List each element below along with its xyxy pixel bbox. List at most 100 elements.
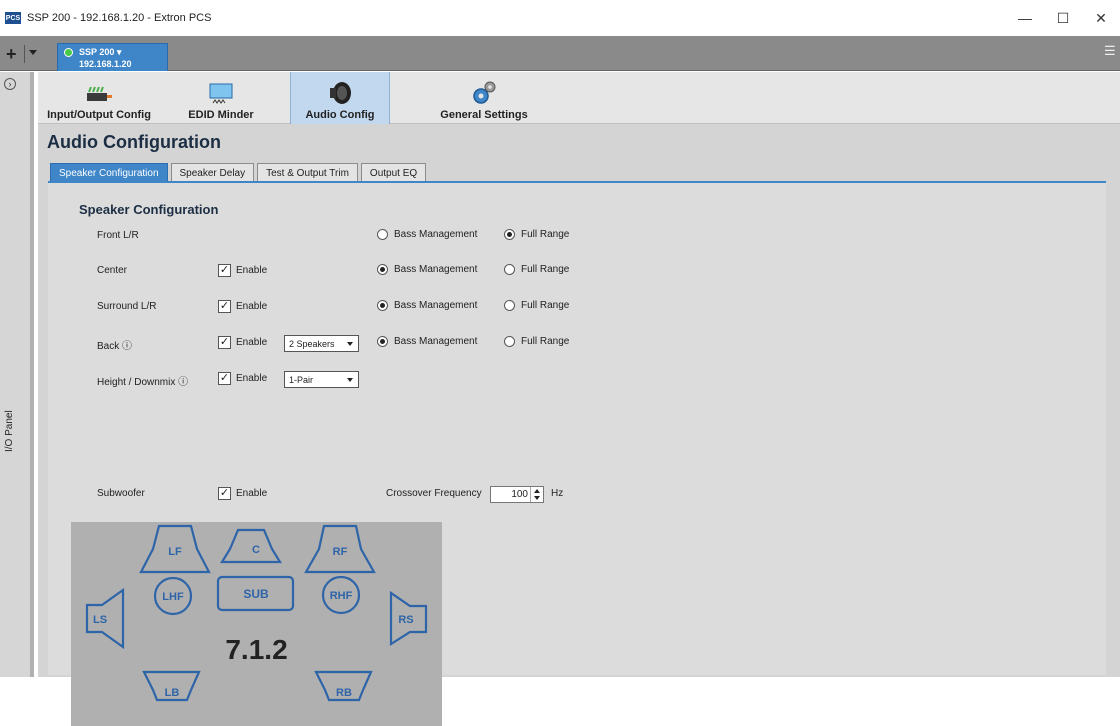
maximize-button[interactable]: ☐: [1044, 0, 1082, 36]
toolbar-label: Input/Output Config: [47, 109, 151, 121]
radio-label: Full Range: [521, 229, 570, 240]
main-area: Input/Output Config EDID Minder Audio Co…: [38, 72, 1120, 726]
pcs-app-icon: PCS: [5, 12, 21, 24]
toolbar-audio-config[interactable]: Audio Config: [290, 72, 390, 124]
check-icon: ✓: [218, 336, 231, 349]
radio-label: Bass Management: [394, 229, 478, 240]
tab-test-output-trim[interactable]: Test & Output Trim: [257, 163, 358, 183]
lf-label: LF: [168, 546, 182, 558]
speaker-layout-value: 7.1.2: [225, 634, 288, 665]
crossover-label: Crossover Frequency: [386, 488, 482, 499]
radio-indicator: [377, 229, 388, 240]
back-enable-checkbox[interactable]: ✓ Enable: [218, 336, 267, 349]
monitor-icon: [209, 83, 233, 104]
chevron-down-icon[interactable]: [29, 50, 37, 55]
device-bar: + SSP 200 ▾ 192.168.1.20 ☰: [0, 36, 1120, 71]
center-enable-checkbox[interactable]: ✓ Enable: [218, 264, 267, 277]
status-led-icon: [64, 48, 73, 57]
surround-enable-checkbox[interactable]: ✓ Enable: [218, 300, 267, 313]
toolbar-label: Audio Config: [305, 109, 375, 121]
radio-indicator: [377, 336, 388, 347]
crossover-frequency-input[interactable]: 100: [490, 486, 544, 503]
radio-indicator: [504, 264, 515, 275]
toolbar-input-output-config[interactable]: Input/Output Config: [40, 72, 158, 124]
radio-label: Bass Management: [394, 336, 478, 347]
surround-label: Surround L/R: [97, 301, 157, 312]
radio-label: Full Range: [521, 336, 570, 347]
select-value: 2 Speakers: [289, 338, 335, 349]
tab-speaker-delay[interactable]: Speaker Delay: [170, 163, 255, 183]
gears-icon: [473, 81, 496, 104]
divider: [24, 45, 25, 63]
surround-bass-radio[interactable]: Bass Management: [377, 300, 477, 311]
back-label: Back ⓘ: [97, 341, 133, 352]
minimize-button[interactable]: —: [1006, 0, 1044, 36]
rhf-label: RHF: [330, 590, 353, 602]
sub-label: SUB: [243, 587, 269, 601]
surround-full-radio[interactable]: Full Range: [504, 300, 569, 311]
speaker-icon: [330, 82, 351, 104]
radio-indicator: [504, 229, 515, 240]
chevron-down-icon: [347, 378, 353, 382]
front-bass-radio[interactable]: Bass Management: [377, 229, 477, 240]
checkbox-label: Enable: [236, 301, 268, 312]
height-pairs-select[interactable]: 1-Pair: [284, 371, 359, 388]
arrow-down-icon[interactable]: [534, 496, 540, 501]
radio-label: Bass Management: [394, 300, 478, 311]
subwoofer-enable-checkbox[interactable]: ✓ Enable: [218, 487, 267, 500]
expand-panel-icon[interactable]: ›: [4, 78, 16, 90]
rs-label: RS: [398, 614, 413, 626]
section-title: Speaker Configuration: [79, 202, 219, 217]
select-value: 1-Pair: [289, 374, 314, 385]
tab-speaker-configuration[interactable]: Speaker Configuration: [50, 163, 168, 183]
checkbox-label: Enable: [236, 337, 268, 348]
add-device-button[interactable]: +: [6, 45, 17, 63]
ls-label: LS: [93, 614, 107, 626]
radio-indicator: [377, 300, 388, 311]
device-tab[interactable]: SSP 200 ▾ 192.168.1.20: [57, 43, 168, 71]
lhf-label: LHF: [162, 591, 184, 603]
spinner-arrows[interactable]: [530, 487, 543, 502]
checkbox-label: Enable: [236, 488, 268, 499]
front-label: Front L/R: [97, 230, 139, 241]
toolbar-label: EDID Minder: [188, 109, 254, 121]
height-enable-checkbox[interactable]: ✓ Enable: [218, 372, 267, 385]
tab-output-eq[interactable]: Output EQ: [360, 163, 427, 183]
back-bass-radio[interactable]: Bass Management: [377, 336, 477, 347]
speaker-diagram-svg: LF C RF LHF SUB RHF LS RS LB RB: [85, 524, 428, 702]
back-speakers-select[interactable]: 2 Speakers: [284, 335, 359, 352]
toolbar-general-settings[interactable]: General Settings: [424, 72, 544, 124]
lb-label: LB: [165, 687, 180, 699]
device-ip: 192.168.1.20: [79, 59, 132, 69]
toolbar: Input/Output Config EDID Minder Audio Co…: [38, 72, 1120, 124]
radio-label: Full Range: [521, 264, 570, 275]
device-name: SSP 200 ▾: [79, 47, 122, 57]
back-full-radio[interactable]: Full Range: [504, 336, 569, 347]
io-panel-sidebar: › I/O Panel: [0, 72, 34, 677]
toolbar-edid-minder[interactable]: EDID Minder: [166, 72, 276, 124]
front-full-radio[interactable]: Full Range: [504, 229, 569, 240]
center-full-radio[interactable]: Full Range: [504, 264, 569, 275]
crossover-value: 100: [511, 489, 528, 500]
speaker-layout-diagram: LF C RF LHF SUB RHF LS RS LB RB 7.1.2: [71, 522, 442, 726]
check-icon: ✓: [218, 300, 231, 313]
speaker-config-panel: Speaker Configuration Front L/R Bass Man…: [48, 183, 1106, 726]
radio-indicator: [504, 300, 515, 311]
title-bar: PCS SSP 200 - 192.168.1.20 - Extron PCS …: [0, 0, 1120, 36]
center-bass-radio[interactable]: Bass Management: [377, 264, 477, 275]
device-icon: [87, 86, 112, 101]
page-title: Audio Configuration: [47, 132, 221, 152]
height-label: Height / Downmix ⓘ: [97, 377, 189, 388]
radio-indicator: [504, 336, 515, 347]
chevron-down-icon: [347, 342, 353, 346]
check-icon: ✓: [218, 264, 231, 277]
checkbox-label: Enable: [236, 373, 268, 384]
io-panel-label[interactable]: I/O Panel: [4, 410, 15, 452]
rf-label: RF: [333, 546, 348, 558]
close-button[interactable]: ✕: [1082, 0, 1120, 36]
menu-icon[interactable]: ☰: [1104, 44, 1116, 57]
toolbar-label: General Settings: [440, 109, 528, 121]
arrow-up-icon[interactable]: [534, 488, 540, 493]
checkbox-label: Enable: [236, 265, 268, 276]
window-title: SSP 200 - 192.168.1.20 - Extron PCS: [27, 12, 212, 24]
